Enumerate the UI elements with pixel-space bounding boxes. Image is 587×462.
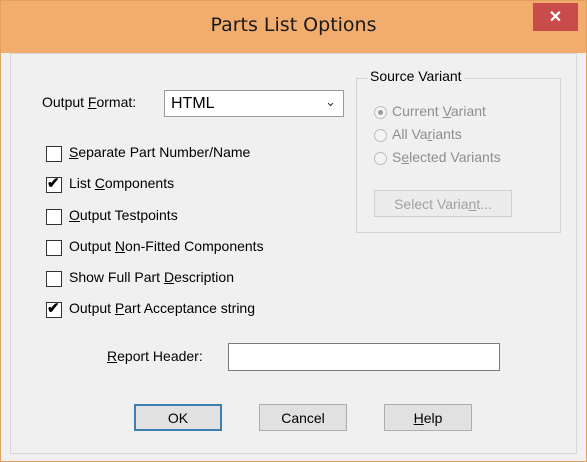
checkbox-label: Output Part Acceptance string: [69, 300, 256, 316]
checkbox-box[interactable]: [46, 146, 62, 162]
output-format-select[interactable]: HTML ⌄: [164, 90, 344, 117]
radio-button[interactable]: [374, 129, 387, 142]
cancel-button[interactable]: Cancel: [259, 404, 347, 431]
report-header-label: Report Header:: [107, 348, 203, 364]
output-format-value: HTML: [171, 95, 215, 112]
checkbox-label: Output Testpoints: [69, 207, 178, 223]
checkbox-label: Output Non-Fitted Components: [69, 238, 264, 254]
source-variant-title: Source Variant: [368, 68, 464, 84]
checkbox-label: Separate Part Number/Name: [69, 144, 251, 160]
checkbox-box[interactable]: [46, 271, 62, 287]
dialog-body: Output Format: HTML ⌄ Separate Part Numb…: [10, 53, 577, 454]
radio-button[interactable]: [374, 106, 387, 119]
check-icon: ✔: [47, 175, 60, 192]
select-variant-button[interactable]: Select Varia n t...: [374, 190, 512, 217]
radio-label: Current Variant: [392, 103, 486, 119]
dialog-window: Parts List Options ✕ Output Format: HTML…: [0, 0, 587, 462]
label-part: Output: [42, 94, 88, 110]
checkbox-box[interactable]: [46, 240, 62, 256]
output-format-label: Output Format:: [42, 94, 136, 110]
radio-selected-dot: [378, 110, 383, 115]
checkbox-box[interactable]: [46, 209, 62, 225]
close-icon: ✕: [548, 9, 563, 26]
check-icon: ✔: [47, 300, 60, 317]
checkbox-label: List Components: [69, 175, 175, 191]
chevron-down-icon: ⌄: [325, 94, 336, 109]
radio-label: Selected Variants: [392, 149, 501, 165]
close-button[interactable]: ✕: [533, 3, 578, 31]
dialog-title: Parts List Options: [210, 14, 377, 36]
checkbox-box[interactable]: ✔: [46, 300, 62, 318]
radio-label: All Variants: [392, 126, 462, 142]
label-part: ormat:: [96, 94, 137, 110]
report-header-input[interactable]: [228, 343, 500, 371]
checkbox-box[interactable]: ✔: [46, 175, 62, 193]
checkbox-label: Show Full Part Description: [69, 269, 234, 285]
ok-button[interactable]: OK: [134, 404, 222, 431]
radio-button[interactable]: [374, 152, 387, 165]
title-bar[interactable]: Parts List Options ✕: [1, 1, 586, 53]
help-button[interactable]: Help: [384, 404, 472, 431]
